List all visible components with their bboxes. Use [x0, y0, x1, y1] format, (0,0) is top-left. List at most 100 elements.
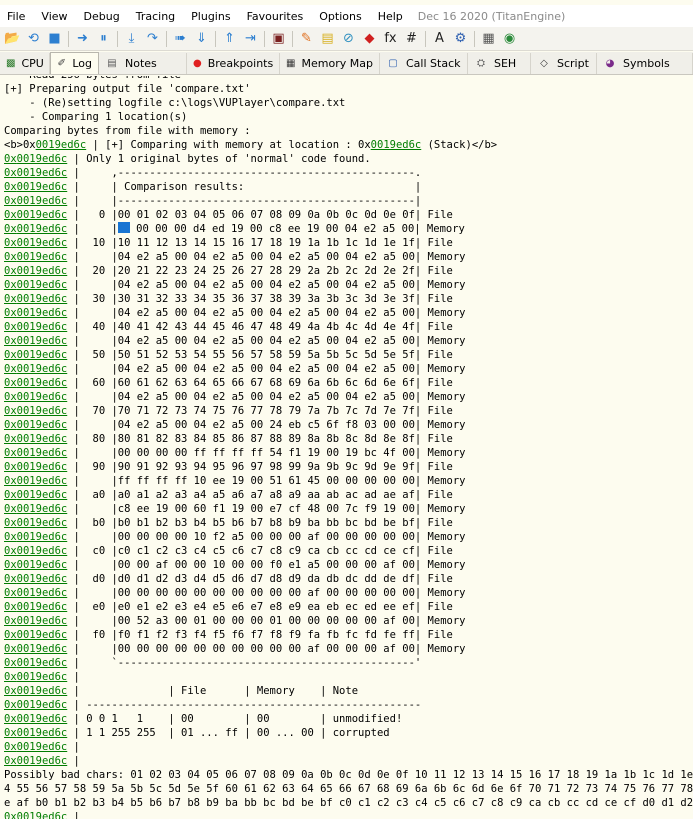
address-value[interactable]: 0019ed6c	[17, 265, 68, 277]
address-value[interactable]: 0019ed6c	[17, 181, 68, 193]
variables-icon[interactable]: #	[402, 30, 421, 48]
address-link[interactable]: 0x	[4, 307, 17, 319]
address-link[interactable]: 0x	[4, 727, 17, 739]
address-value[interactable]: 0019ed6c	[17, 279, 68, 291]
address-link[interactable]: 0x	[4, 685, 17, 697]
address-value[interactable]: 0019ed6c	[17, 167, 68, 179]
run-icon[interactable]: ➜	[73, 30, 92, 48]
run-to-user-code-icon[interactable]: ⇥	[241, 30, 260, 48]
address-link[interactable]: 0x	[4, 671, 17, 683]
address-value[interactable]: 0019ed6c	[17, 237, 68, 249]
patch-icon[interactable]: ✎	[297, 30, 316, 48]
address-value[interactable]: 0019ed6c	[17, 307, 68, 319]
address-value[interactable]: 0019ed6c	[17, 377, 68, 389]
address-value[interactable]: 0019ed6c	[17, 517, 68, 529]
address-link[interactable]: 0019ed6c	[36, 139, 87, 151]
address-value[interactable]: 0019ed6c	[17, 363, 68, 375]
address-value[interactable]: 0019ed6c	[17, 559, 68, 571]
tab-memory-map[interactable]: ▦ Memory Map	[280, 53, 380, 74]
address-value[interactable]: 0019ed6c	[17, 713, 68, 725]
address-link[interactable]: 0x	[4, 419, 17, 431]
close-icon[interactable]: ■	[45, 30, 64, 48]
address-link[interactable]: 0x	[4, 349, 17, 361]
bookmarks-icon[interactable]: ◆	[360, 30, 379, 48]
settings-icon[interactable]: ⚙	[451, 30, 470, 48]
address-link[interactable]: 0x	[4, 153, 17, 165]
address-value[interactable]: 0019ed6c	[17, 223, 68, 235]
menu-help[interactable]: Help	[371, 10, 412, 23]
menu-file[interactable]: File	[0, 10, 34, 23]
address-link[interactable]: 0x	[4, 335, 17, 347]
address-value[interactable]: 0019ed6c	[17, 391, 68, 403]
address-value[interactable]: 0019ed6c	[17, 671, 68, 683]
address-link[interactable]: 0x	[4, 195, 17, 207]
address-link[interactable]: 0x	[4, 741, 17, 753]
address-value[interactable]: 0019ed6c	[17, 741, 68, 753]
step-into-icon[interactable]: ⤓	[122, 30, 141, 48]
address-value[interactable]: 0019ed6c	[17, 503, 68, 515]
address-link[interactable]: 0x	[4, 573, 17, 585]
address-value[interactable]: 0019ed6c	[17, 475, 68, 487]
menu-plugins[interactable]: Plugins	[184, 10, 239, 23]
address-link[interactable]: 0x	[4, 223, 17, 235]
address-value[interactable]: 0019ed6c	[17, 685, 68, 697]
address-link[interactable]: 0x	[4, 503, 17, 515]
comments-icon[interactable]: ▤	[318, 30, 337, 48]
trace-into-icon[interactable]: ➠	[171, 30, 190, 48]
tab-log[interactable]: ✐ Log	[50, 52, 99, 74]
address-link[interactable]: 0x	[4, 475, 17, 487]
address-link[interactable]: 0x	[4, 209, 17, 221]
address-value[interactable]: 0019ed6c	[17, 461, 68, 473]
address-value[interactable]: 0019ed6c	[17, 335, 68, 347]
address-value[interactable]: 0019ed6c	[17, 629, 68, 641]
globe-icon[interactable]: ◉	[500, 30, 519, 48]
address-link[interactable]: 0x	[4, 251, 17, 263]
address-value[interactable]: 0019ed6c	[17, 153, 68, 165]
menu-options[interactable]: Options	[312, 10, 370, 23]
address-value[interactable]: 0019ed6c	[17, 615, 68, 627]
functions-icon[interactable]: fx	[381, 30, 400, 48]
tab-breakpoints[interactable]: ● Breakpoints	[187, 53, 280, 74]
menu-tracing[interactable]: Tracing	[129, 10, 184, 23]
address-value[interactable]: 0019ed6c	[17, 195, 68, 207]
step-over-icon[interactable]: ↷	[143, 30, 162, 48]
address-value[interactable]: 0019ed6c	[17, 573, 68, 585]
address-link[interactable]: 0019ed6c	[371, 139, 422, 151]
open-icon[interactable]: 📂	[3, 30, 22, 48]
address-link[interactable]: 0x	[4, 405, 17, 417]
font-icon[interactable]: A	[430, 30, 449, 48]
address-value[interactable]: 0019ed6c	[17, 209, 68, 221]
address-value[interactable]: 0019ed6c	[17, 321, 68, 333]
address-link[interactable]: 0x	[4, 391, 17, 403]
address-value[interactable]: 0019ed6c	[17, 447, 68, 459]
address-link[interactable]: 0x	[4, 713, 17, 725]
tab-call-stack[interactable]: ▢ Call Stack	[380, 53, 468, 74]
menu-debug[interactable]: Debug	[77, 10, 129, 23]
address-link[interactable]: 0x	[4, 321, 17, 333]
address-link[interactable]: 0x	[4, 587, 17, 599]
address-link[interactable]: 0x	[4, 811, 17, 819]
address-value[interactable]: 0019ed6c	[17, 349, 68, 361]
address-value[interactable]: 0019ed6c	[17, 811, 68, 819]
address-link[interactable]: 0x	[4, 559, 17, 571]
menu-view[interactable]: View	[34, 10, 76, 23]
address-link[interactable]: 0x	[4, 279, 17, 291]
address-link[interactable]: 0x	[4, 643, 17, 655]
address-value[interactable]: 0019ed6c	[17, 643, 68, 655]
address-value[interactable]: 0019ed6c	[17, 293, 68, 305]
address-link[interactable]: 0x	[4, 447, 17, 459]
address-value[interactable]: 0019ed6c	[17, 755, 68, 767]
address-value[interactable]: 0019ed6c	[17, 657, 68, 669]
address-link[interactable]: 0x	[4, 699, 17, 711]
address-link[interactable]: 0x	[4, 517, 17, 529]
tab-symbols[interactable]: ◕ Symbols	[597, 53, 693, 74]
address-value[interactable]: 0019ed6c	[17, 419, 68, 431]
tab-cpu[interactable]: ▩ CPU	[0, 53, 50, 74]
address-link[interactable]: 0x	[4, 545, 17, 557]
menu-favourites[interactable]: Favourites	[240, 10, 313, 23]
address-value[interactable]: 0019ed6c	[17, 699, 68, 711]
tab-script[interactable]: ◇ Script	[531, 53, 597, 74]
address-link[interactable]: 0x	[4, 433, 17, 445]
address-value[interactable]: 0019ed6c	[17, 433, 68, 445]
address-link[interactable]: 0x	[4, 167, 17, 179]
